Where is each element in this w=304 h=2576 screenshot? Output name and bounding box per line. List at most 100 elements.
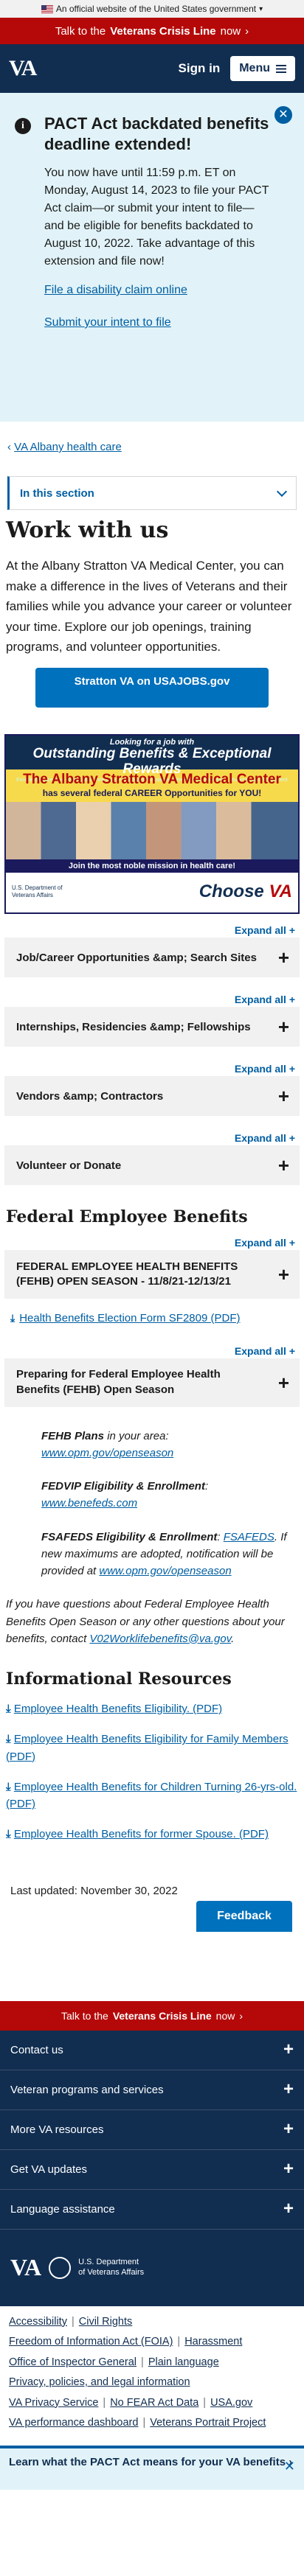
worklife-email-link[interactable]: V02Worklifebenefits@va.gov: [89, 1633, 231, 1645]
staff-photo: [6, 802, 298, 859]
dept-line2: of Veterans Affairs: [78, 2267, 145, 2277]
plus-icon: +: [283, 2039, 294, 2059]
expand-all-button[interactable]: Expand all +: [0, 1116, 304, 1144]
footer-contact-us[interactable]: Contact us +: [0, 2031, 304, 2070]
footer-link[interactable]: Freedom of Information Act (FOIA): [9, 2336, 173, 2348]
chevron-left-icon: ‹: [7, 441, 11, 453]
footer-row-label: More VA resources: [10, 2123, 104, 2136]
election-form-download[interactable]: ⤓ Health Benefits Election Form SF2809 (…: [0, 1299, 304, 1327]
resource-link-item[interactable]: ⤓ Employee Health Benefits for Children …: [0, 1779, 304, 1813]
informational-resources-heading: Informational Resources: [6, 1669, 232, 1689]
hamburger-icon: [276, 64, 286, 73]
footer-link[interactable]: Veterans Portrait Project: [150, 2417, 266, 2429]
choose-va-logo: Choose VA: [199, 882, 292, 902]
chevron-right-icon: ›: [245, 24, 249, 38]
fedvip-text: :: [204, 1480, 209, 1493]
expand-all-button[interactable]: Expand all +: [0, 977, 304, 1005]
expand-all-button[interactable]: Expand all +: [0, 1047, 304, 1075]
accordion-fehb-open-season[interactable]: FEDERAL EMPLOYEE HEALTH BENEFITS (FEHB) …: [4, 1250, 300, 1299]
expand-all-button[interactable]: Expand all +: [0, 914, 304, 936]
crisis-suffix: now: [215, 2009, 235, 2022]
in-this-section-dropdown[interactable]: In this section: [7, 476, 297, 510]
footer-crisis-line[interactable]: Talk to the Veterans Crisis Line now ›: [0, 2000, 304, 2031]
top-navigation: VA Sign in Menu: [0, 44, 304, 93]
promo-mission-line: Join the most noble mission in health ca…: [6, 859, 298, 873]
sign-in-link[interactable]: Sign in: [179, 61, 221, 76]
fsafeds-link[interactable]: FSAFEDS: [224, 1531, 274, 1543]
footer-links: Accessibility | Civil Rights Freedom of In…: [0, 2306, 304, 2446]
accordion-vendors[interactable]: Vendors &amp; Contractors +: [4, 1076, 300, 1116]
menu-button[interactable]: Menu: [230, 56, 295, 81]
opm-openseason-link-2[interactable]: www.opm.gov/openseason: [99, 1565, 231, 1577]
accordion-preparing-fehb[interactable]: Preparing for Federal Employee Health Be…: [4, 1358, 300, 1407]
plus-icon: +: [277, 1016, 289, 1038]
footer-more-resources[interactable]: More VA resources +: [0, 2110, 304, 2150]
close-icon[interactable]: ✕: [284, 2457, 295, 2476]
intent-to-file-link[interactable]: Submit your intent to file: [44, 316, 273, 329]
benefits-questions-text: If you have questions about Federal Empl…: [0, 1596, 304, 1647]
in-this-section-label: In this section: [20, 486, 94, 500]
careers-promo-image: Looking for a job with Outstanding Benef…: [4, 734, 300, 914]
fedvip-label: FEDVIP Eligibility & Enrollment: [41, 1480, 205, 1493]
chevron-down-icon: [276, 486, 288, 498]
breadcrumb-link[interactable]: VA Albany health care: [14, 441, 122, 453]
benefeds-link[interactable]: www.benefeds.com: [41, 1497, 137, 1509]
resource-link[interactable]: Employee Health Benefits Eligibility for…: [6, 1733, 289, 1762]
accordion-label: Job/Career Opportunities &amp; Search Si…: [16, 951, 257, 964]
fehb-plans-item: FEHB Plans in your area: www.opm.gov/ope…: [41, 1428, 297, 1462]
footer-va-logo[interactable]: VA: [10, 2254, 41, 2281]
resource-link[interactable]: Employee Health Benefits for Children Tu…: [6, 1781, 297, 1810]
crisis-line-name: Veterans Crisis Line: [112, 2009, 212, 2022]
resource-link[interactable]: Employee Health Benefits for former Spou…: [14, 1828, 269, 1840]
close-icon[interactable]: ✕: [274, 106, 292, 124]
footer-link[interactable]: Accessibility: [9, 2316, 67, 2328]
plus-icon: +: [283, 2119, 294, 2139]
footer-link[interactable]: Harassment: [184, 2336, 242, 2348]
file-disability-claim-link[interactable]: File a disability claim online: [44, 284, 273, 297]
chevron-down-icon[interactable]: ▾: [259, 5, 263, 13]
resource-link-item[interactable]: ⤓ Employee Health Benefits Eligibility. …: [0, 1700, 304, 1717]
footer-link[interactable]: VA Privacy Service: [9, 2397, 98, 2409]
resource-link-item[interactable]: ⤓ Employee Health Benefits for former Sp…: [0, 1826, 304, 1843]
opm-openseason-link[interactable]: www.opm.gov/openseason: [41, 1447, 173, 1459]
crisis-prefix: Talk to the: [61, 2009, 108, 2022]
accordion-volunteer[interactable]: Volunteer or Donate +: [4, 1145, 300, 1185]
accordion-label: Preparing for Federal Employee Health Be…: [16, 1368, 221, 1396]
last-updated: Last updated: November 30, 2022: [10, 1884, 178, 1897]
accordion-label: Volunteer or Donate: [16, 1159, 122, 1172]
pact-act-bottom-banner[interactable]: Learn what the PACT Act means for your V…: [0, 2445, 304, 2490]
usajobs-button[interactable]: Stratton VA on USAJOBS.gov: [35, 668, 269, 708]
resource-link[interactable]: Employee Health Benefits Eligibility. (P…: [14, 1703, 222, 1715]
footer-veteran-programs[interactable]: Veteran programs and services +: [0, 2070, 304, 2110]
footer-link[interactable]: No FEAR Act Data: [110, 2397, 198, 2409]
footer-va-updates[interactable]: Get VA updates +: [0, 2150, 304, 2190]
expand-all-button[interactable]: Expand all +: [0, 1226, 304, 1249]
page-title: Work with us: [6, 517, 169, 543]
crisis-line-banner[interactable]: Talk to the Veterans Crisis Line now ›: [0, 18, 304, 44]
federal-benefits-heading: Federal Employee Benefits: [6, 1207, 248, 1226]
footer-link[interactable]: USA.gov: [210, 2397, 252, 2409]
footer-language-assistance[interactable]: Language assistance +: [0, 2190, 304, 2230]
va-logo[interactable]: VA: [9, 56, 37, 81]
alert-title: PACT Act backdated benefits deadline ext…: [44, 114, 269, 153]
fsafeds-item: FSAFEDS Eligibility & Enrollment: FSAFED…: [41, 1529, 297, 1580]
info-icon: i: [15, 118, 31, 134]
footer-link[interactable]: VA performance dashboard: [9, 2417, 138, 2429]
election-form-link[interactable]: Health Benefits Election Form SF2809 (PD…: [19, 1310, 240, 1327]
accordion-job-career[interactable]: Job/Career Opportunities &amp; Search Si…: [4, 938, 300, 977]
footer-link[interactable]: Plain language: [148, 2356, 219, 2368]
fehb-plans-text: in your area:: [104, 1429, 169, 1442]
footer-link[interactable]: Privacy, policies, and legal information: [9, 2376, 190, 2388]
footer: Contact us + Veteran programs and service…: [0, 2030, 304, 2306]
accordion-label: Internships, Residencies &amp; Fellowshi…: [16, 1020, 251, 1033]
breadcrumb: ‹ VA Albany health care: [0, 422, 304, 476]
footer-link[interactable]: Office of Inspector General: [9, 2356, 137, 2368]
feedback-button[interactable]: Feedback: [196, 1900, 292, 1932]
resource-link-item[interactable]: ⤓ Employee Health Benefits Eligibility f…: [0, 1731, 304, 1765]
expand-all-button[interactable]: Expand all +: [0, 1327, 304, 1357]
footer-row-label: Contact us: [10, 2043, 63, 2056]
accordion-internships[interactable]: Internships, Residencies &amp; Fellowshi…: [4, 1007, 300, 1047]
footer-link[interactable]: Civil Rights: [79, 2316, 133, 2328]
download-icon: ⤓: [6, 1733, 14, 1746]
fsafeds-text: :: [217, 1530, 224, 1543]
